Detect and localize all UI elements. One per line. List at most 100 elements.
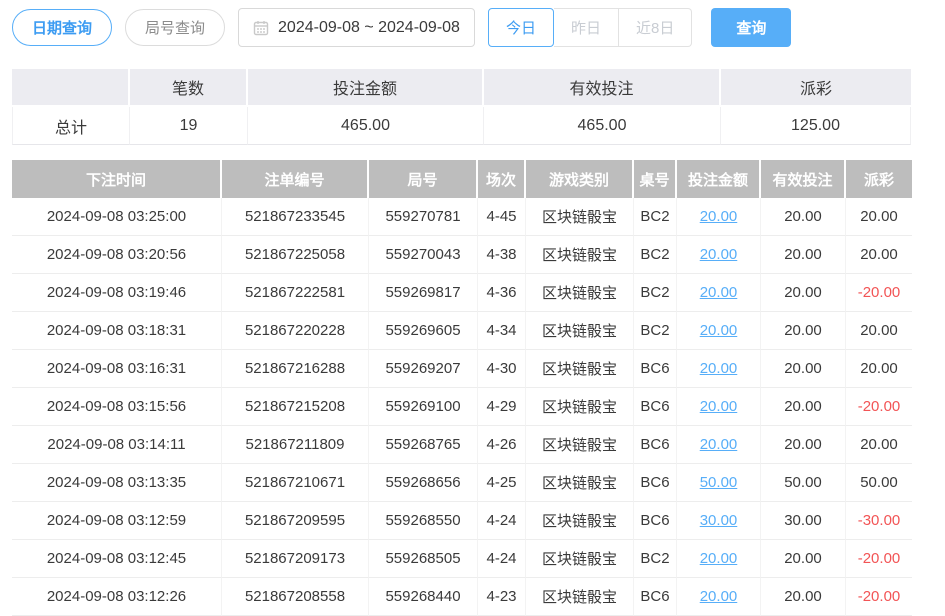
summary-header-valid-bet: 有效投注: [484, 69, 721, 107]
cell-bet-time: 2024-09-08 03:12:59: [12, 502, 222, 540]
quick-range-today[interactable]: 今日: [488, 8, 554, 47]
table-row: 2024-09-08 03:25:00 521867233545 5592707…: [12, 198, 912, 236]
cell-session: 4-30: [478, 350, 526, 388]
summary-header-row: 笔数 投注金额 有效投注 派彩: [12, 69, 911, 107]
summary-bet-amount-value: 465.00: [248, 107, 484, 145]
summary-header-payout: 派彩: [721, 69, 911, 107]
cell-bet-amount: 20.00: [677, 198, 761, 236]
cell-table-no: BC6: [634, 388, 677, 426]
calendar-icon: [253, 20, 269, 36]
cell-bet-id: 521867210671: [222, 464, 369, 502]
tab-round-query[interactable]: 局号查询: [125, 9, 225, 46]
cell-bet-id: 521867215208: [222, 388, 369, 426]
cell-bet-time: 2024-09-08 03:20:56: [12, 236, 222, 274]
date-range-value: 2024-09-08 ~ 2024-09-08: [278, 19, 460, 37]
cell-bet-id: 521867209595: [222, 502, 369, 540]
cell-round-id: 559268505: [369, 540, 478, 578]
bet-amount-link[interactable]: 20.00: [700, 398, 738, 415]
cell-valid-bet: 20.00: [761, 578, 846, 616]
cell-session: 4-34: [478, 312, 526, 350]
cell-bet-amount: 20.00: [677, 426, 761, 464]
cell-valid-bet: 20.00: [761, 274, 846, 312]
summary-valid-bet-value: 465.00: [484, 107, 721, 145]
cell-bet-amount: 50.00: [677, 464, 761, 502]
cell-session: 4-36: [478, 274, 526, 312]
cell-payout: 20.00: [846, 350, 912, 388]
cell-session: 4-24: [478, 540, 526, 578]
bet-amount-link[interactable]: 20.00: [700, 360, 738, 377]
cell-bet-id: 521867233545: [222, 198, 369, 236]
bet-amount-link[interactable]: 20.00: [700, 322, 738, 339]
cell-payout: -20.00: [846, 388, 912, 426]
table-row: 2024-09-08 03:18:31 521867220228 5592696…: [12, 312, 912, 350]
cell-session: 4-38: [478, 236, 526, 274]
bet-amount-link[interactable]: 20.00: [700, 284, 738, 301]
cell-game-type: 区块链骰宝: [526, 388, 634, 426]
quick-range-8days[interactable]: 近8日: [619, 8, 692, 47]
table-row: 2024-09-08 03:12:26 521867208558 5592684…: [12, 578, 912, 616]
cell-game-type: 区块链骰宝: [526, 464, 634, 502]
cell-payout: 20.00: [846, 236, 912, 274]
cell-bet-time: 2024-09-08 03:15:56: [12, 388, 222, 426]
cell-game-type: 区块链骰宝: [526, 426, 634, 464]
summary-total-label: 总计: [12, 107, 130, 145]
table-row: 2024-09-08 03:13:35 521867210671 5592686…: [12, 464, 912, 502]
cell-bet-id: 521867216288: [222, 350, 369, 388]
cell-bet-time: 2024-09-08 03:16:31: [12, 350, 222, 388]
bet-records-table: 下注时间 注单编号 局号 场次 游戏类别 桌号 投注金额 有效投注 派彩 202…: [12, 160, 912, 616]
col-header-game-type: 游戏类别: [526, 160, 634, 198]
cell-bet-amount: 20.00: [677, 578, 761, 616]
bet-amount-link[interactable]: 20.00: [700, 588, 738, 605]
quick-range-group: 今日 昨日 近8日: [488, 8, 692, 47]
cell-game-type: 区块链骰宝: [526, 578, 634, 616]
cell-round-id: 559269207: [369, 350, 478, 388]
cell-bet-time: 2024-09-08 03:18:31: [12, 312, 222, 350]
col-header-bet-id: 注单编号: [222, 160, 369, 198]
bet-amount-link[interactable]: 20.00: [700, 246, 738, 263]
bet-amount-link[interactable]: 20.00: [700, 436, 738, 453]
cell-table-no: BC2: [634, 312, 677, 350]
tab-date-query[interactable]: 日期查询: [12, 9, 112, 46]
summary-count-value: 19: [130, 107, 248, 145]
cell-payout: -20.00: [846, 578, 912, 616]
table-row: 2024-09-08 03:12:59 521867209595 5592685…: [12, 502, 912, 540]
cell-payout: 20.00: [846, 198, 912, 236]
cell-bet-id: 521867225058: [222, 236, 369, 274]
bet-amount-link[interactable]: 30.00: [700, 512, 738, 529]
col-header-round-id: 局号: [369, 160, 478, 198]
cell-table-no: BC6: [634, 578, 677, 616]
cell-session: 4-25: [478, 464, 526, 502]
cell-bet-time: 2024-09-08 03:19:46: [12, 274, 222, 312]
cell-session: 4-29: [478, 388, 526, 426]
bet-table-body: 2024-09-08 03:25:00 521867233545 5592707…: [12, 198, 912, 616]
date-range-picker[interactable]: 2024-09-08 ~ 2024-09-08: [238, 8, 475, 47]
cell-game-type: 区块链骰宝: [526, 236, 634, 274]
cell-bet-amount: 20.00: [677, 274, 761, 312]
cell-table-no: BC6: [634, 350, 677, 388]
cell-round-id: 559270043: [369, 236, 478, 274]
cell-game-type: 区块链骰宝: [526, 312, 634, 350]
cell-bet-amount: 30.00: [677, 502, 761, 540]
cell-bet-amount: 20.00: [677, 388, 761, 426]
bet-amount-link[interactable]: 20.00: [700, 550, 738, 567]
col-header-session: 场次: [478, 160, 526, 198]
bet-amount-link[interactable]: 50.00: [700, 474, 738, 491]
cell-game-type: 区块链骰宝: [526, 350, 634, 388]
quick-range-yesterday[interactable]: 昨日: [554, 8, 619, 47]
cell-round-id: 559269817: [369, 274, 478, 312]
cell-game-type: 区块链骰宝: [526, 540, 634, 578]
cell-bet-time: 2024-09-08 03:25:00: [12, 198, 222, 236]
cell-table-no: BC2: [634, 540, 677, 578]
bet-amount-link[interactable]: 20.00: [700, 208, 738, 225]
table-row: 2024-09-08 03:16:31 521867216288 5592692…: [12, 350, 912, 388]
cell-valid-bet: 50.00: [761, 464, 846, 502]
summary-header-count: 笔数: [130, 69, 248, 107]
cell-game-type: 区块链骰宝: [526, 502, 634, 540]
cell-round-id: 559268656: [369, 464, 478, 502]
col-header-bet-time: 下注时间: [12, 160, 222, 198]
cell-round-id: 559269605: [369, 312, 478, 350]
cell-game-type: 区块链骰宝: [526, 274, 634, 312]
cell-payout: 50.00: [846, 464, 912, 502]
table-row: 2024-09-08 03:19:46 521867222581 5592698…: [12, 274, 912, 312]
search-button[interactable]: 查询: [711, 8, 791, 47]
